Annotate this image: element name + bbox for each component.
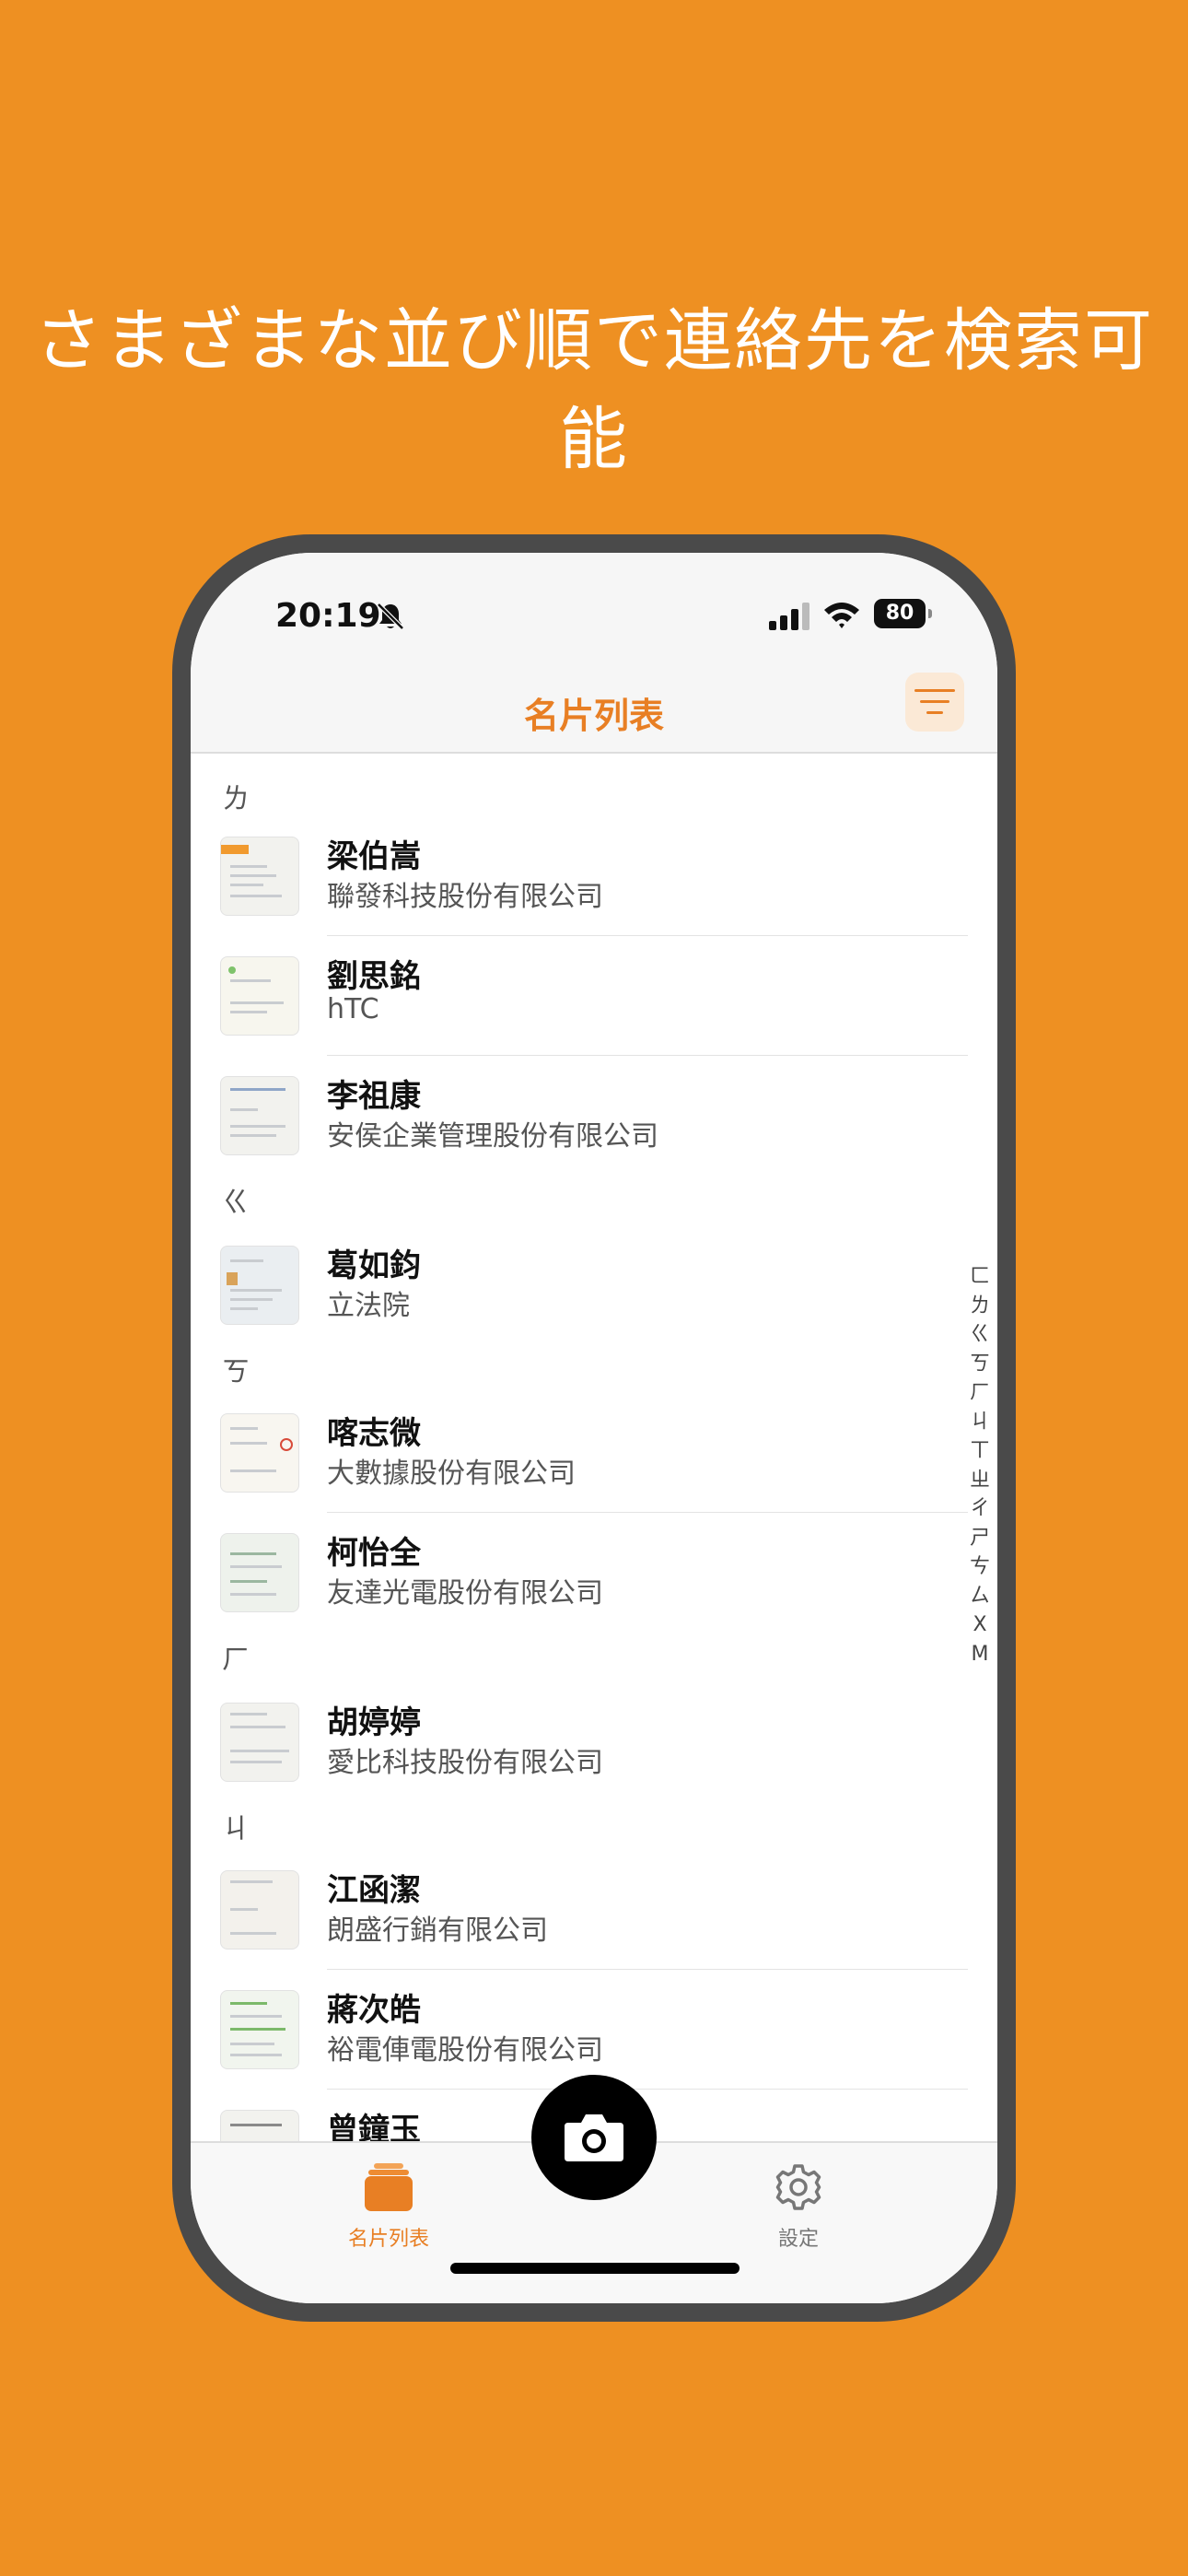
contact-company: 愛比科技股份有限公司 (327, 1747, 603, 1779)
index-letter[interactable]: X (973, 1610, 986, 1640)
index-letter[interactable]: ㄐ (970, 1408, 990, 1437)
section-header: ㄎ (222, 1356, 250, 1388)
business-card-thumbnail (220, 956, 299, 1036)
nav-title: 名片列表 (523, 696, 664, 736)
contact-row[interactable]: 梁伯嵩 聯發科技股份有限公司 (191, 816, 997, 936)
contact-company: 安侯企業管理股份有限公司 (327, 1120, 658, 1153)
contact-row[interactable]: 李祖康 安侯企業管理股份有限公司 (191, 1056, 997, 1176)
tab-settings[interactable]: 設定 (752, 2161, 844, 2252)
index-letter[interactable]: ㄒ (970, 1436, 990, 1466)
contact-name: 梁伯嵩 (327, 838, 421, 875)
sort-filter-icon (914, 689, 955, 714)
section-index-bar[interactable]: ㄈㄌㄍㄎㄏㄐㄒㄓㄔㄕㄘㄙXM (966, 1262, 994, 1669)
phone-frame: 20:19 80 名片列表 ㄌ 梁伯嵩 聯發科技股份有限公司 劉思銘 hTC 李… (172, 534, 1016, 2322)
index-letter[interactable]: ㄕ (970, 1524, 990, 1553)
battery-indicator: 80 (874, 599, 932, 628)
business-card-thumbnail (220, 1533, 299, 1612)
contact-name: 胡婷婷 (327, 1704, 421, 1741)
contact-name: 李祖康 (327, 1078, 421, 1115)
contact-company: 友達光電股份有限公司 (327, 1577, 603, 1610)
tab-card-list-label: 名片列表 (347, 2228, 429, 2251)
index-letter[interactable]: ㄍ (970, 1320, 990, 1350)
contact-company: hTC (327, 993, 379, 1025)
tab-card-list[interactable]: 名片列表 (338, 2161, 439, 2252)
card-stack-icon (365, 2163, 413, 2211)
silent-bell-icon (377, 603, 404, 630)
app-screen: 20:19 80 名片列表 ㄌ 梁伯嵩 聯發科技股份有限公司 劉思銘 hTC 李… (191, 553, 997, 2303)
contact-name: 蔣次皓 (327, 1992, 421, 2029)
gear-icon (775, 2164, 821, 2210)
contact-name: 劉思銘 (327, 958, 421, 995)
tab-settings-label: 設定 (777, 2228, 819, 2251)
section-header: ㄐ (222, 1813, 250, 1845)
index-letter[interactable]: ㄙ (970, 1582, 990, 1611)
contact-company: 朗盛行銷有限公司 (327, 1914, 548, 1947)
contact-name: 柯怡全 (327, 1535, 421, 1572)
home-indicator (450, 2263, 740, 2274)
business-card-thumbnail (220, 837, 299, 916)
signal-icon (769, 603, 809, 630)
contact-row[interactable]: 蔣次皓 裕電俥電股份有限公司 (191, 1970, 997, 2090)
section-header: ㄏ (222, 1644, 250, 1676)
index-letter[interactable]: M (972, 1640, 989, 1669)
wifi-icon (824, 603, 859, 628)
contact-company: 聯發科技股份有限公司 (327, 881, 603, 913)
contact-name: 曾鐘玉 (327, 2112, 421, 2141)
status-time: 20:19 (275, 597, 381, 635)
contact-name: 葛如鈞 (327, 1247, 421, 1284)
contact-row[interactable]: 江函潔 朗盛行銷有限公司 (191, 1850, 997, 1970)
index-letter[interactable]: ㄈ (970, 1262, 990, 1292)
contact-company: 立法院 (327, 1290, 410, 1322)
business-card-thumbnail (220, 2110, 299, 2141)
contact-company: 大數據股份有限公司 (327, 1458, 576, 1490)
contact-row[interactable]: 葛如鈞 立法院 (191, 1225, 997, 1345)
business-card-thumbnail (220, 1990, 299, 2069)
headline: さまざまな並び順で連絡先を検索可能 (34, 301, 1154, 479)
section-header: ㄍ (222, 1187, 250, 1219)
business-card-thumbnail (220, 1703, 299, 1782)
contact-row[interactable]: 劉思銘 hTC (191, 936, 997, 1056)
business-card-thumbnail (220, 1870, 299, 1950)
contact-name: 喀志微 (327, 1415, 421, 1452)
index-letter[interactable]: ㄎ (970, 1350, 990, 1379)
section-header: ㄌ (222, 783, 250, 815)
business-card-thumbnail (220, 1076, 299, 1155)
contact-row[interactable]: 柯怡全 友達光電股份有限公司 (191, 1513, 997, 1633)
contact-company: 裕電俥電股份有限公司 (327, 2034, 603, 2067)
filter-button[interactable] (905, 673, 964, 732)
index-letter[interactable]: ㄔ (970, 1494, 990, 1524)
contact-row[interactable]: 胡婷婷 愛比科技股份有限公司 (191, 1682, 997, 1802)
index-letter[interactable]: ㄌ (970, 1292, 990, 1321)
camera-button[interactable] (531, 2075, 657, 2200)
index-letter[interactable]: ㄓ (970, 1466, 990, 1495)
index-letter[interactable]: ㄘ (970, 1552, 990, 1582)
contact-row[interactable]: 喀志微 大數據股份有限公司 (191, 1393, 997, 1513)
contact-name: 江函潔 (327, 1872, 421, 1909)
camera-icon (565, 2114, 623, 2161)
business-card-thumbnail (220, 1413, 299, 1493)
index-letter[interactable]: ㄏ (970, 1378, 990, 1408)
top-bar: 20:19 80 名片列表 (191, 553, 997, 754)
business-card-thumbnail (220, 1246, 299, 1325)
contact-list[interactable]: ㄌ 梁伯嵩 聯發科技股份有限公司 劉思銘 hTC 李祖康 安侯企業管理股份有限公… (191, 755, 997, 2141)
